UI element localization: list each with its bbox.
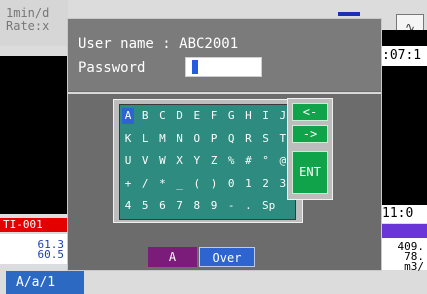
key-8[interactable]: 8	[191, 198, 203, 214]
key-R[interactable]: R	[242, 131, 254, 147]
text-cursor	[192, 60, 198, 74]
key-symbol[interactable]: _	[174, 176, 186, 192]
key-symbol[interactable]: -	[225, 198, 237, 214]
key-symbol[interactable]: *	[156, 176, 168, 192]
key-D[interactable]: D	[174, 108, 186, 124]
key-U[interactable]: U	[122, 153, 134, 169]
input-mode-over[interactable]: Over	[199, 247, 255, 267]
right-value-3: m3/	[404, 260, 424, 273]
backspace-button[interactable]: <-	[292, 103, 328, 121]
key-symbol[interactable]: (	[191, 176, 203, 192]
key-C[interactable]: C	[156, 108, 168, 124]
key-7[interactable]: 7	[174, 198, 186, 214]
key-symbol[interactable]: %	[225, 153, 237, 169]
key-H[interactable]: H	[242, 108, 254, 124]
key-F[interactable]: F	[208, 108, 220, 124]
bottom-tab[interactable]: A/a/1	[6, 271, 84, 294]
key-Q[interactable]: Q	[225, 131, 237, 147]
key-K[interactable]: K	[122, 131, 134, 147]
key-space[interactable]: Sp	[260, 198, 278, 214]
keypad-frame: A B C D E F G H I J K L M N O P Q R S T U V W X Y Z% # ° @ + / * _() 0 1 2 3…	[113, 99, 303, 223]
key-2[interactable]: 2	[260, 176, 272, 192]
function-key-frame: <- -> ENT	[287, 98, 333, 200]
key-G[interactable]: G	[225, 108, 237, 124]
key-9[interactable]: 9	[208, 198, 220, 214]
right-purple-strip	[380, 224, 427, 238]
key-0[interactable]: 0	[225, 176, 237, 192]
channel-tag: TI-001	[0, 218, 68, 232]
login-dialog: User name : ABC2001 Password ABCDEFGHIJK…	[67, 18, 382, 271]
key-symbol[interactable]: +	[122, 176, 134, 192]
key-symbol[interactable]: .	[242, 198, 254, 214]
left-values-panel: 61.3 60.5	[0, 234, 68, 264]
enter-button[interactable]: ENT	[292, 151, 328, 194]
key-A[interactable]: A	[122, 108, 134, 124]
key-O[interactable]: O	[191, 131, 203, 147]
user-name-label: User name : ABC2001	[78, 36, 239, 52]
key-M[interactable]: M	[156, 131, 168, 147]
right-time-top: :07:1	[380, 46, 427, 66]
key-Y[interactable]: Y	[191, 153, 203, 169]
key-4[interactable]: 4	[122, 198, 134, 214]
key-6[interactable]: 6	[156, 198, 168, 214]
key-5[interactable]: 5	[139, 198, 151, 214]
character-keypad: A B C D E F G H I J K L M N O P Q R S T U V W X Y Z% # ° @ + / * _() 0 1 2 3…	[119, 104, 296, 220]
key-X[interactable]: X	[174, 153, 186, 169]
dialog-header-area	[68, 19, 381, 91]
key-P[interactable]: P	[208, 131, 220, 147]
key-N[interactable]: N	[174, 131, 186, 147]
key-symbol[interactable]: /	[139, 176, 151, 192]
password-input[interactable]	[185, 57, 262, 77]
password-label: Password	[78, 60, 146, 76]
key-W[interactable]: W	[156, 153, 168, 169]
key-V[interactable]: V	[139, 153, 151, 169]
input-mode-a[interactable]: A	[148, 247, 197, 267]
left-value-2: 60.5	[37, 248, 65, 261]
key-S[interactable]: S	[260, 131, 272, 147]
key-symbol[interactable]: #	[242, 153, 254, 169]
key-symbol[interactable]: °	[260, 153, 272, 169]
key-symbol[interactable]: )	[208, 176, 220, 192]
key-L[interactable]: L	[139, 131, 151, 147]
key-E[interactable]: E	[191, 108, 203, 124]
top-blue-bar	[338, 12, 360, 16]
dialog-divider	[68, 92, 381, 94]
status-line-2: Rate:x	[6, 19, 50, 33]
right-values-panel: 409. 78. m3/	[380, 238, 427, 273]
top-left-status: 1min/d Rate:x	[0, 0, 68, 46]
key-I[interactable]: I	[260, 108, 272, 124]
forward-button[interactable]: ->	[292, 125, 328, 143]
key-Z[interactable]: Z	[208, 153, 220, 169]
key-1[interactable]: 1	[242, 176, 254, 192]
left-black-panel	[0, 56, 68, 214]
key-B[interactable]: B	[139, 108, 151, 124]
right-time-bottom: 11:0	[380, 205, 427, 223]
